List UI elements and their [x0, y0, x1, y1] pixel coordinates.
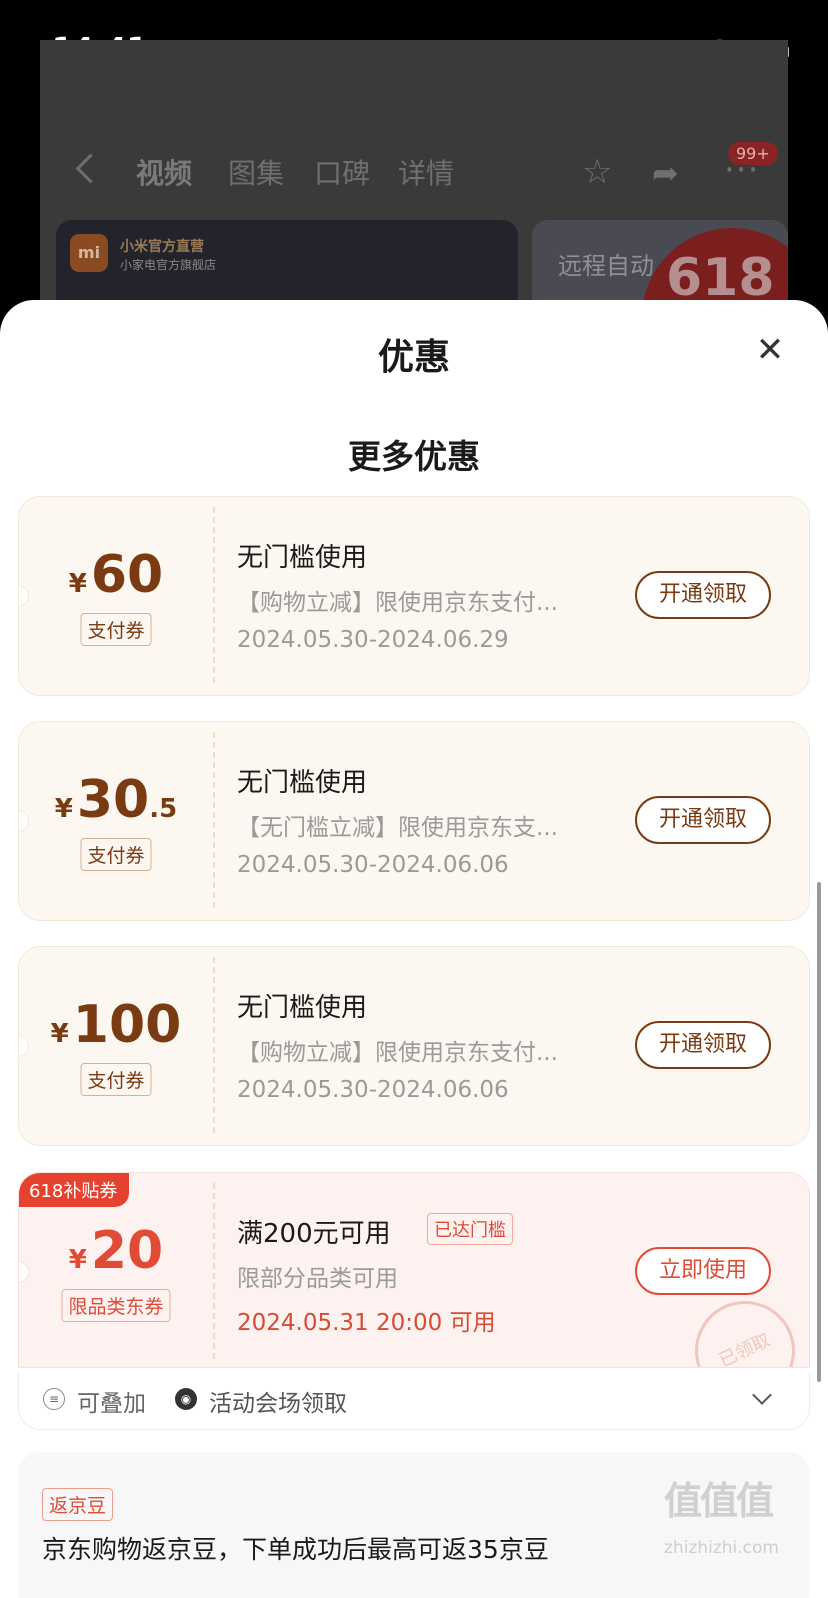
- coupon-title: 满200元可用: [237, 1219, 391, 1249]
- coupon-divider: [213, 732, 215, 908]
- chevron-down-icon[interactable]: [752, 1385, 772, 1405]
- bean-tag: 返京豆: [42, 1488, 114, 1521]
- coupon-description: 【购物立减】限使用京东支付...: [237, 1040, 558, 1066]
- watermark-url: zhizhizhi.com: [664, 1538, 779, 1558]
- coupon-title: 无门槛使用: [237, 768, 368, 798]
- claim-button[interactable]: 开通领取: [635, 796, 771, 844]
- notification-badge: 99+: [728, 142, 778, 165]
- scrollbar[interactable]: [817, 882, 821, 1382]
- coupon-footer[interactable]: ≡ 可叠加 ◉ 活动会场领取: [18, 1372, 810, 1430]
- coupon-divider: [213, 1183, 215, 1359]
- tab-gallery[interactable]: 图集: [228, 152, 284, 192]
- promo-text: 远程自动: [558, 252, 654, 280]
- stack-icon: ≡: [43, 1388, 65, 1410]
- close-icon[interactable]: ✕: [752, 332, 788, 368]
- coupon-type-badge: 限品类东券: [61, 1289, 171, 1322]
- coupon-date: 2024.05.30-2024.06.06: [237, 852, 509, 878]
- coupon-divider: [213, 507, 215, 683]
- coupon-description: 【无门槛立减】限使用京东支...: [237, 815, 558, 841]
- stackable-label: 可叠加: [77, 1391, 146, 1417]
- bean-text: 京东购物返京豆，下单成功后最高可返35京豆: [42, 1535, 549, 1564]
- store-name: 小米官方直营: [120, 239, 204, 255]
- star-icon[interactable]: ☆: [582, 152, 612, 192]
- coupon-divider: [213, 957, 215, 1133]
- coupon-title: 无门槛使用: [237, 993, 368, 1023]
- venue-icon: ◉: [175, 1388, 197, 1410]
- watermark-logo: 值值值: [664, 1479, 774, 1523]
- coupon-date: 2024.05.30-2024.06.29: [237, 627, 509, 653]
- use-now-button[interactable]: 立即使用: [635, 1247, 771, 1295]
- sheet-title: 优惠: [377, 337, 450, 378]
- share-icon[interactable]: ➦: [652, 154, 679, 192]
- claimed-stamp: 已领取: [678, 1284, 809, 1367]
- source-label: 活动会场领取: [209, 1391, 347, 1417]
- coupon-type-badge: 支付券: [80, 613, 152, 646]
- coupon-card: ¥60 支付券 无门槛使用 【购物立减】限使用京东支付... 2024.05.3…: [18, 496, 810, 696]
- coupon-type-badge: 支付券: [80, 838, 152, 871]
- back-icon[interactable]: [75, 153, 106, 184]
- tab-reviews[interactable]: 口碑: [314, 152, 370, 192]
- coupon-description: 限部分品类可用: [237, 1266, 398, 1292]
- store-subtitle: 小家电官方旗舰店: [120, 258, 217, 272]
- discount-sheet: 优惠 ✕ 更多优惠 ¥60 支付券 无门槛使用 【购物立减】限使用京东支付...…: [0, 300, 828, 1598]
- coupon-card: ¥100 支付券 无门槛使用 【购物立减】限使用京东支付... 2024.05.…: [18, 946, 810, 1146]
- background-product-page: 视频 图集 口碑 详情 ☆ ➦ ··· 99+ mi 小米官方直营 小家电官方旗…: [40, 40, 788, 320]
- coupon-description: 【购物立减】限使用京东支付...: [237, 590, 558, 616]
- tab-details[interactable]: 详情: [398, 152, 454, 192]
- coupon-date: 2024.05.30-2024.06.06: [237, 1077, 509, 1103]
- brand-logo: mi: [70, 234, 108, 272]
- threshold-reached-badge: 已达门槛: [427, 1213, 513, 1245]
- coupon-type-badge: 支付券: [80, 1063, 152, 1096]
- background-nav: 视频 图集 口碑 详情 ☆ ➦ ··· 99+: [40, 40, 788, 220]
- claim-button[interactable]: 开通领取: [635, 571, 771, 619]
- coupon-card-618: 618补贴券 ¥20 限品类东券 满200元可用 已达门槛 限部分品类可用 20…: [18, 1172, 810, 1368]
- section-title: 更多优惠: [348, 437, 480, 476]
- tab-video[interactable]: 视频: [136, 152, 192, 192]
- coupon-title: 无门槛使用: [237, 543, 368, 573]
- claim-button[interactable]: 开通领取: [635, 1021, 771, 1069]
- coupon-card: ¥30.5 支付券 无门槛使用 【无门槛立减】限使用京东支... 2024.05…: [18, 721, 810, 921]
- coupon-date: 2024.05.31 20:00 可用: [237, 1310, 496, 1336]
